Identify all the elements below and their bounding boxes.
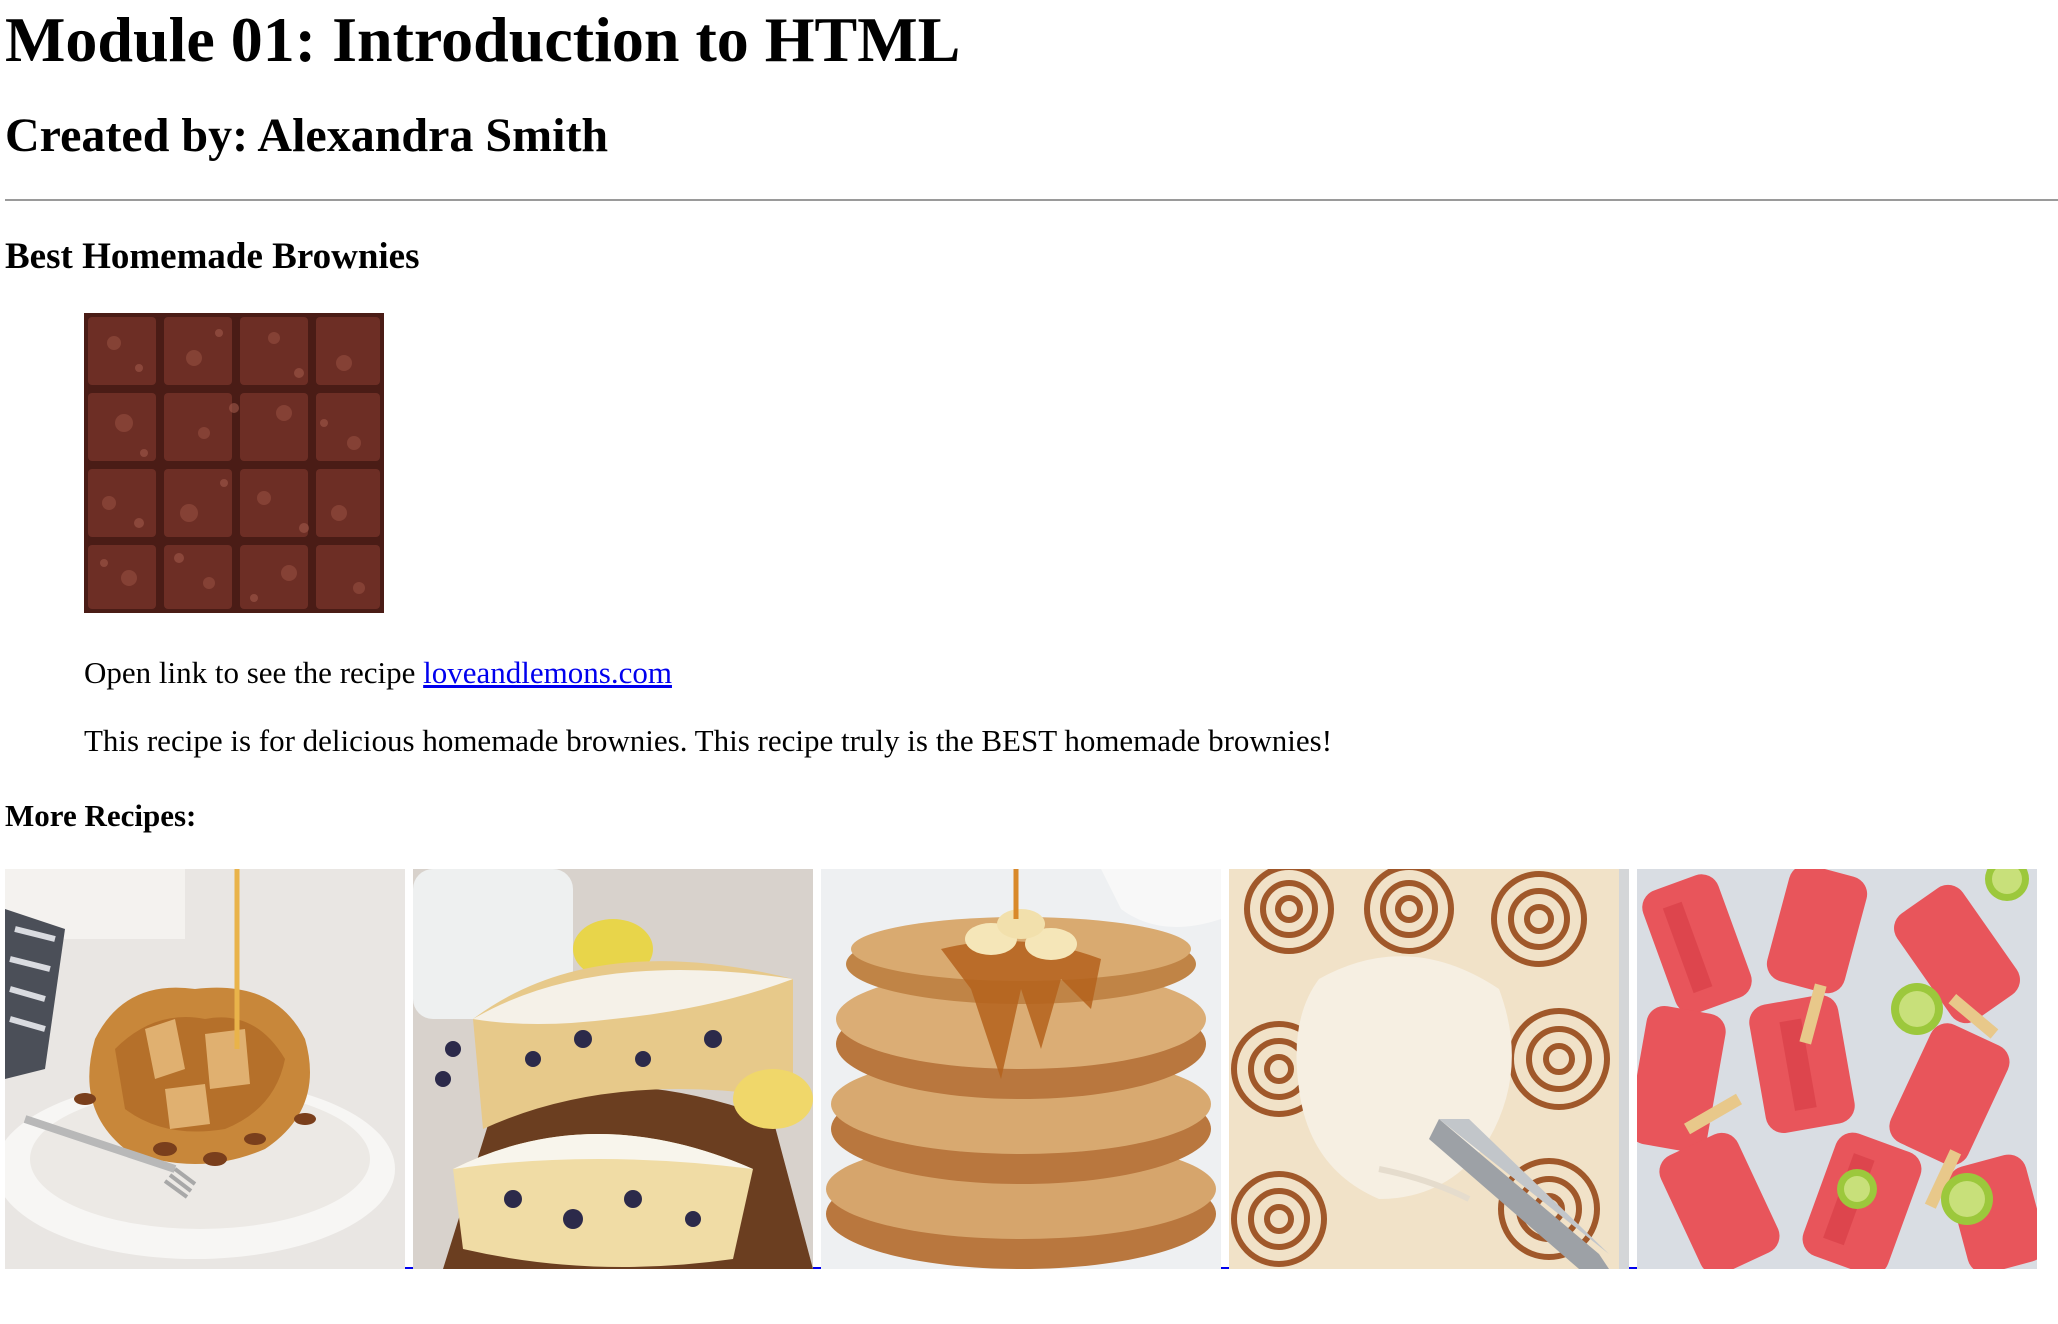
recipe-link-cinnamon-rolls[interactable] [1229, 869, 1629, 1269]
recipe-link-blueberry-bread[interactable] [413, 869, 813, 1269]
recipe-gallery [5, 869, 2058, 1269]
link-gap [813, 1263, 821, 1269]
popsicles-image [1637, 869, 2037, 1269]
cinnamon-rolls-image [1229, 869, 1629, 1269]
recipe-section: Open link to see the recipe loveandlemon… [84, 313, 2058, 761]
more-recipes-heading: More Recipes: [5, 798, 197, 833]
recipe-link-paragraph: Open link to see the recipe loveandlemon… [84, 653, 2058, 693]
page: Module 01: Introduction to HTML Created … [0, 0, 2058, 1269]
french-toast-image [5, 869, 405, 1269]
recipe-description: This recipe is for delicious homemade br… [84, 723, 1333, 758]
author-heading: Created by: Alexandra Smith [5, 109, 609, 162]
blueberry-bread-image [413, 869, 813, 1269]
brownie-image [84, 313, 384, 613]
recipe-title: Best Homemade Brownies [5, 236, 420, 277]
link-gap [1221, 1263, 1229, 1269]
link-gap [405, 1263, 413, 1269]
recipe-link[interactable]: loveandlemons.com [423, 655, 672, 690]
page-title: Module 01: Introduction to HTML [5, 4, 961, 75]
link-gap [1629, 1263, 1637, 1269]
recipe-link-prefix: Open link to see the recipe [84, 655, 424, 690]
recipe-link-french-toast[interactable] [5, 869, 405, 1269]
pancakes-image [821, 869, 1221, 1269]
recipe-link-pancakes[interactable] [821, 869, 1221, 1269]
recipe-link-popsicles[interactable] [1637, 869, 2037, 1269]
divider [5, 199, 2058, 201]
